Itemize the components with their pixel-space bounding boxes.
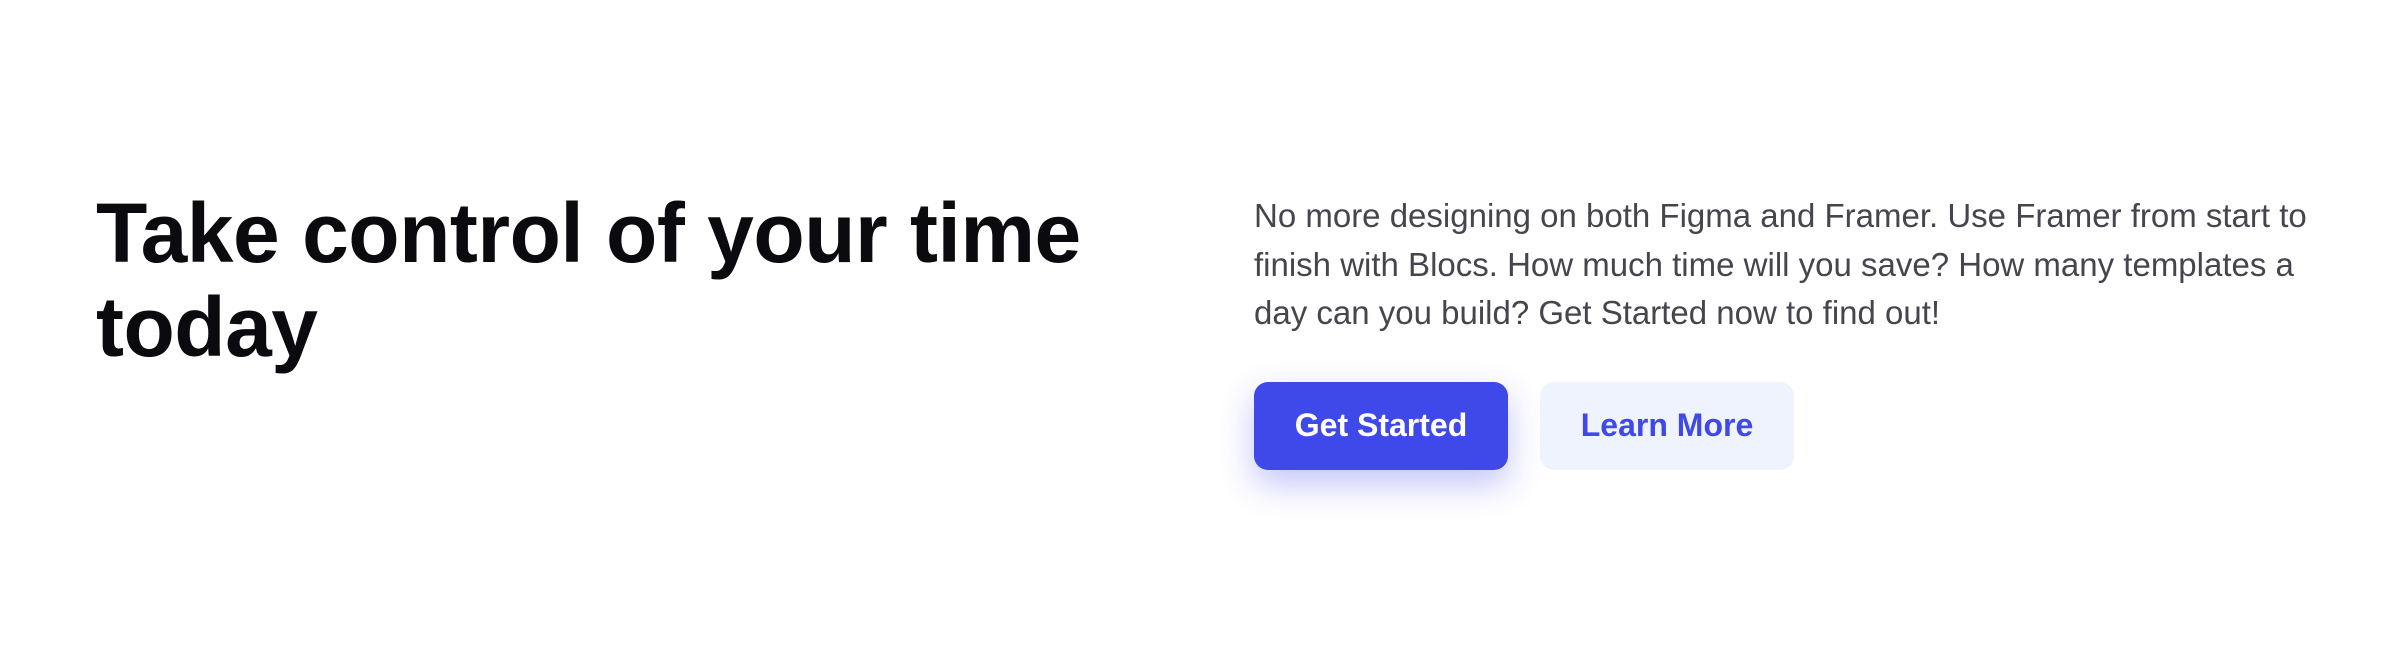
hero-content: No more designing on both Figma and Fram…	[1254, 192, 2324, 470]
hero-section: Take control of your time today No more …	[0, 0, 2400, 662]
get-started-button[interactable]: Get Started	[1254, 381, 1508, 470]
hero-headline: Take control of your time today	[96, 186, 1081, 374]
learn-more-button[interactable]: Learn More	[1540, 381, 1794, 470]
hero-description: No more designing on both Figma and Fram…	[1254, 197, 2307, 331]
hero-actions: Get Started Learn More	[1254, 381, 2324, 470]
